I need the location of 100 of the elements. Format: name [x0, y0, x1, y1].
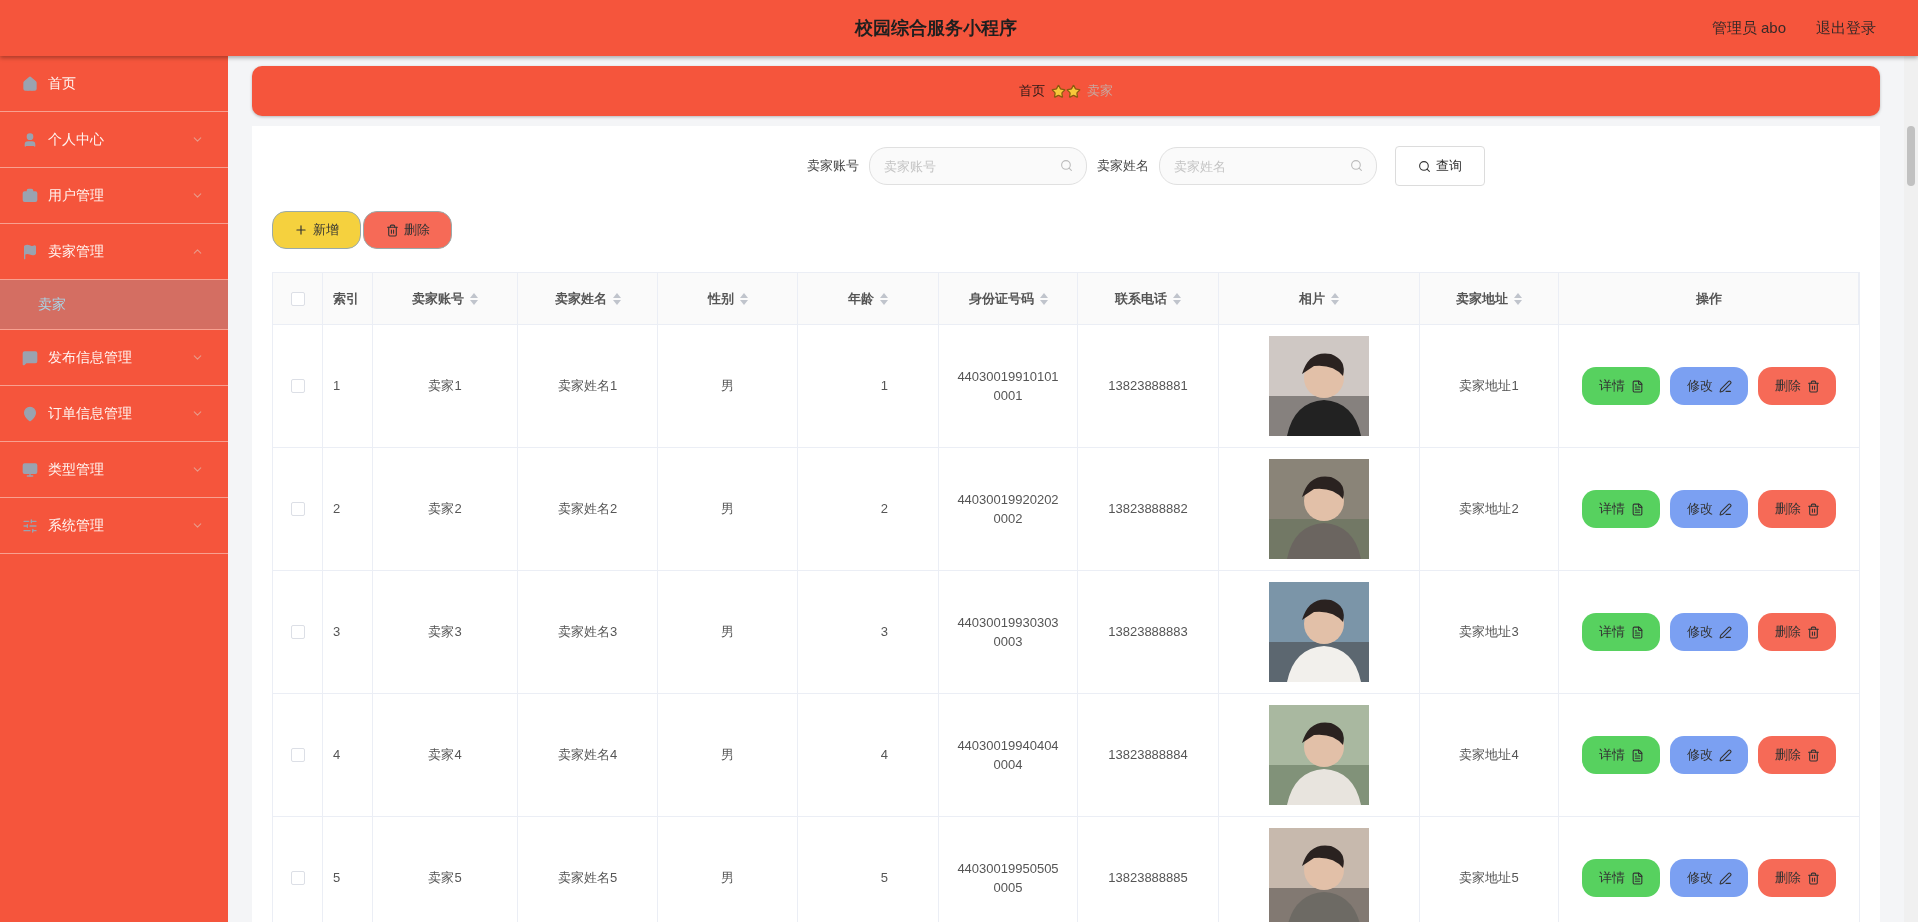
table-cell-text: 13823888881 [1108, 377, 1188, 396]
app-title: 校园综合服务小程序 [854, 16, 1017, 40]
menu-item[interactable]: 用户管理 [0, 168, 228, 224]
person-icon [22, 131, 38, 148]
table-cell-text: 1 [333, 377, 341, 396]
star-icon [1066, 83, 1081, 99]
row-checkbox[interactable] [290, 379, 305, 393]
row-action-button[interactable]: 删除 [1758, 736, 1836, 774]
column-header[interactable]: 卖家账号 [412, 288, 464, 309]
row-action-button[interactable]: 删除 [1758, 367, 1836, 405]
row-action-button[interactable]: 修改 [1670, 490, 1748, 528]
table-cell-text: 男 [721, 869, 734, 888]
table-cell-text: 440300199404040004 [956, 737, 1060, 774]
document-icon [1630, 502, 1644, 516]
table-cell-text: 卖家姓名2 [557, 500, 618, 519]
sliders-icon [22, 517, 38, 534]
table-cell-text: 卖家2 [428, 500, 462, 519]
row-checkbox[interactable] [290, 871, 305, 885]
table-cell-text: 13823888883 [1108, 623, 1188, 642]
row-checkbox[interactable] [290, 625, 305, 639]
table-cell-text: 卖家地址1 [1459, 377, 1519, 396]
checkbox[interactable] [290, 291, 305, 306]
table-cell-text: 440300199505050005 [956, 860, 1060, 897]
user-label: 管理员 abo [1711, 17, 1786, 38]
menu-item[interactable]: 首页 [0, 56, 228, 112]
search-icon [1060, 159, 1073, 172]
column-header[interactable]: 卖家姓名 [554, 288, 607, 309]
column-header[interactable]: 索引 [333, 288, 359, 309]
table-cell-text: 2 [333, 500, 341, 519]
pin-icon [22, 405, 38, 422]
delete-button[interactable]: 删除 [363, 211, 452, 249]
table-cell-text: 卖家姓名3 [557, 623, 618, 642]
table-cell-text: 卖家地址2 [1459, 500, 1519, 519]
plus-icon [294, 223, 308, 237]
row-action-button[interactable]: 修改 [1670, 736, 1748, 774]
column-header[interactable]: 身份证号码 [968, 288, 1034, 309]
star-icon [1051, 83, 1066, 99]
table-cell-text: 4 [333, 746, 341, 765]
table-cell-text: 440300199202020002 [956, 491, 1060, 528]
document-icon [1630, 379, 1644, 393]
pen-icon [1718, 625, 1732, 639]
row-action-button[interactable]: 详情 [1582, 736, 1660, 774]
monitor-icon [22, 461, 38, 478]
table-cell-text: 440300199101010001 [956, 368, 1060, 405]
table-cell-text: 男 [721, 377, 734, 396]
trash-icon [1806, 871, 1820, 885]
row-action-button[interactable]: 删除 [1758, 859, 1836, 897]
trash-icon [1806, 379, 1820, 393]
table-cell-text: 卖家姓名1 [557, 377, 618, 396]
field-label: 卖家姓名 [1097, 157, 1149, 176]
row-action-button[interactable]: 修改 [1670, 613, 1748, 651]
row-action-button[interactable]: 删除 [1758, 613, 1836, 651]
trash-icon [1806, 625, 1820, 639]
row-checkbox[interactable] [290, 502, 305, 516]
row-action-button[interactable]: 详情 [1582, 613, 1660, 651]
table-cell-text: 5 [333, 869, 341, 888]
column-header[interactable]: 卖家地址 [1456, 288, 1508, 309]
column-header[interactable]: 联系电话 [1115, 288, 1167, 309]
pen-icon [1718, 379, 1732, 393]
table-cell-text: 男 [721, 746, 734, 765]
row-action-button[interactable]: 修改 [1670, 367, 1748, 405]
table-cell-text: 卖家地址4 [1459, 746, 1519, 765]
menu-item[interactable]: 订单信息管理 [0, 386, 228, 442]
table-cell-text: 卖家5 [428, 869, 462, 888]
table-cell-text: 卖家地址5 [1459, 869, 1519, 888]
document-icon [1630, 625, 1644, 639]
menu-item[interactable]: 系统管理 [0, 498, 228, 554]
search-icon [1350, 159, 1363, 172]
table-cell-text: 男 [721, 623, 734, 642]
pen-icon [1718, 748, 1732, 762]
menu-item[interactable]: 个人中心 [0, 112, 228, 168]
table-cell-text: 13823888882 [1108, 500, 1188, 519]
query-button[interactable]: 查询 [1395, 146, 1485, 186]
column-header[interactable]: 年龄 [848, 288, 874, 309]
column-header[interactable]: 操作 [1695, 288, 1722, 309]
menu-item[interactable]: 类型管理 [0, 442, 228, 498]
chat-icon [22, 349, 38, 366]
row-action-button[interactable]: 详情 [1582, 859, 1660, 897]
table-cell-text: 5 [880, 869, 888, 888]
column-header[interactable]: 性别 [707, 288, 734, 309]
menu-item[interactable]: 发布信息管理 [0, 330, 228, 386]
logout-link[interactable]: 退出登录 [1816, 16, 1876, 40]
field-label: 卖家账号 [807, 157, 859, 176]
row-action-button[interactable]: 详情 [1582, 490, 1660, 528]
row-action-button[interactable]: 详情 [1582, 367, 1660, 405]
row-checkbox[interactable] [290, 748, 305, 762]
breadcrumb-item[interactable]: 首页 [1019, 81, 1045, 101]
table-cell-text: 卖家1 [428, 377, 462, 396]
home-icon [22, 75, 38, 92]
column-header[interactable]: 相片 [1299, 288, 1325, 309]
table-cell-text: 1 [880, 377, 888, 396]
row-action-button[interactable]: 修改 [1670, 859, 1748, 897]
document-icon [1630, 871, 1644, 885]
table-cell-text: 卖家姓名4 [557, 746, 618, 765]
trash-icon [1806, 502, 1820, 516]
trash-icon [385, 223, 399, 237]
add-button[interactable]: 新增 [272, 211, 361, 249]
row-action-button[interactable]: 删除 [1758, 490, 1836, 528]
search-icon [1418, 159, 1431, 173]
table-cell-text: 卖家姓名5 [557, 869, 618, 888]
